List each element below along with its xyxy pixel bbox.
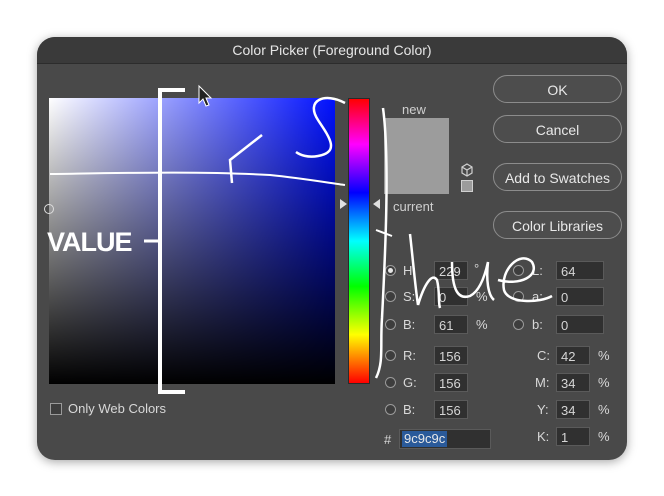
value-annotation: VALUE — [47, 227, 133, 257]
